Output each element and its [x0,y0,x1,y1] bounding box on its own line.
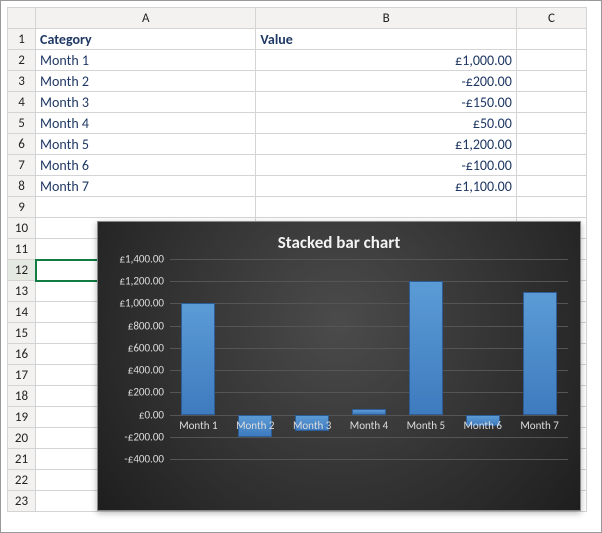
row-header[interactable]: 13 [8,281,36,302]
cell-C3[interactable] [516,71,586,92]
column-header-B[interactable]: B [256,8,516,29]
y-tick-label: £0.00 [139,408,170,421]
row-header[interactable]: 11 [8,239,36,260]
cell-A4[interactable]: Month 3 [36,92,256,113]
x-tick-label: Month 4 [341,419,398,432]
x-tick-label: Month 1 [170,419,227,432]
cell-C8[interactable] [516,176,586,197]
cell-B1[interactable]: Value [256,29,516,50]
cell-C7[interactable] [516,155,586,176]
y-tick-label: £1,400.00 [119,253,170,266]
row-header[interactable]: 18 [8,386,36,407]
row-header[interactable]: 17 [8,365,36,386]
row-header[interactable]: 6 [8,134,36,155]
row-header[interactable]: 23 [8,491,36,512]
x-tick-label: Month 7 [511,419,568,432]
cell-C6[interactable] [516,134,586,155]
cell-B8[interactable]: £1,100.00 [256,176,516,197]
chart-title: Stacked bar chart [98,222,580,259]
row-header[interactable]: 2 [8,50,36,71]
row-header[interactable]: 3 [8,71,36,92]
row-header[interactable]: 8 [8,176,36,197]
row-header[interactable]: 4 [8,92,36,113]
cell-B6[interactable]: £1,200.00 [256,134,516,155]
cell-B3[interactable]: -£200.00 [256,71,516,92]
row-header[interactable]: 22 [8,470,36,491]
cell-A6[interactable]: Month 5 [36,134,256,155]
cell-C5[interactable] [516,113,586,134]
row-header[interactable]: 14 [8,302,36,323]
x-tick-label: Month 5 [397,419,454,432]
y-tick-label: £1,000.00 [119,297,170,310]
x-tick-label: Month 2 [227,419,284,432]
cell-A1[interactable]: Category [36,29,256,50]
row-header[interactable]: 7 [8,155,36,176]
cell-C1[interactable] [516,29,586,50]
embedded-chart[interactable]: Stacked bar chart £1,400.00£1,200.00£1,0… [97,221,581,511]
cell-C2[interactable] [516,50,586,71]
cell-A3[interactable]: Month 2 [36,71,256,92]
chart-plot-area: £1,400.00£1,200.00£1,000.00£800.00£600.0… [170,259,568,484]
cell-C9[interactable] [516,197,586,218]
row-header[interactable]: 16 [8,344,36,365]
x-tick-label: Month 6 [454,419,511,432]
y-tick-label: -£400.00 [124,453,170,466]
row-header[interactable]: 15 [8,323,36,344]
cell-B7[interactable]: -£100.00 [256,155,516,176]
y-tick-label: £400.00 [128,364,170,377]
cell-A9[interactable] [36,197,256,218]
cell-A2[interactable]: Month 1 [36,50,256,71]
column-header-C[interactable]: C [516,8,586,29]
row-header[interactable]: 10 [8,218,36,239]
y-tick-label: £600.00 [128,341,170,354]
cell-A8[interactable]: Month 7 [36,176,256,197]
cell-B4[interactable]: -£150.00 [256,92,516,113]
column-header-A[interactable]: A [36,8,256,29]
row-header[interactable]: 19 [8,407,36,428]
cell-A7[interactable]: Month 6 [36,155,256,176]
y-tick-label: -£200.00 [124,430,170,443]
y-tick-label: £200.00 [128,386,170,399]
cell-B5[interactable]: £50.00 [256,113,516,134]
cell-C4[interactable] [516,92,586,113]
x-tick-label: Month 3 [284,419,341,432]
row-header[interactable]: 20 [8,428,36,449]
chart-bar [352,409,386,415]
select-all-corner[interactable] [8,8,36,29]
row-header[interactable]: 1 [8,29,36,50]
row-header[interactable]: 12 [8,260,36,281]
y-tick-label: £1,200.00 [119,275,170,288]
row-header[interactable]: 9 [8,197,36,218]
row-header[interactable]: 5 [8,113,36,134]
cell-B9[interactable] [256,197,516,218]
chart-bar [409,281,443,414]
chart-bar [523,292,557,414]
cell-A5[interactable]: Month 4 [36,113,256,134]
y-tick-label: £800.00 [128,319,170,332]
cell-B2[interactable]: £1,000.00 [256,50,516,71]
row-header[interactable]: 21 [8,449,36,470]
chart-bar [181,303,215,414]
